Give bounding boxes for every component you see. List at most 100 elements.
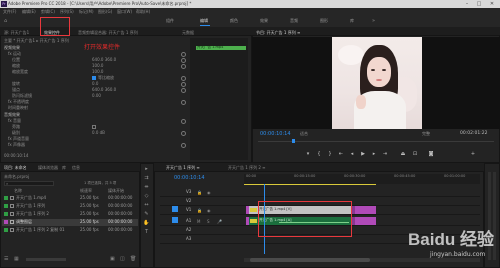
program-playhead[interactable] — [292, 139, 295, 143]
reset-scale-width-icon[interactable] — [181, 64, 186, 69]
zoom-slider[interactable] — [26, 258, 66, 261]
workspace-assembly[interactable]: 组件 — [166, 19, 174, 23]
track-label-a1[interactable]: A1 — [186, 219, 191, 223]
selection-tool-icon[interactable]: ▸ — [143, 166, 150, 173]
prop-position-value[interactable]: 640.0 360.0 — [92, 58, 116, 62]
pen-tool-icon[interactable]: ✎ — [143, 211, 150, 218]
timeline-scrollbar-thumb[interactable] — [250, 258, 370, 262]
minimize-button[interactable]: – — [462, 1, 472, 7]
ripple-edit-tool-icon[interactable]: ⇹ — [143, 184, 150, 191]
play-icon[interactable]: ▶ — [360, 151, 366, 157]
home-icon[interactable]: ⌂ — [4, 19, 10, 24]
prop-scale-value[interactable]: 100.0 — [92, 64, 103, 68]
slip-tool-icon[interactable]: ↔ — [143, 202, 150, 209]
menu-marker[interactable]: 标记(M) — [79, 10, 94, 14]
reset-opacity-icon[interactable] — [181, 100, 186, 105]
more-workspaces-icon[interactable]: » — [372, 19, 375, 24]
source-patch-v1[interactable] — [172, 206, 178, 212]
workspace-editing[interactable]: 编辑 — [200, 19, 208, 23]
menu-edit[interactable]: 编辑(E) — [22, 10, 36, 14]
reset-level-icon[interactable] — [181, 131, 186, 136]
uniform-scale-checkbox[interactable] — [92, 76, 96, 80]
menu-clip[interactable]: 剪辑(C) — [41, 10, 55, 14]
mark-out-icon[interactable]: } — [327, 151, 333, 157]
project-search-input[interactable] — [4, 181, 54, 186]
track-select-tool-icon[interactable]: ⇉ — [143, 175, 150, 182]
effect-controls-timecode[interactable]: 00:00:10:14 — [4, 154, 28, 158]
timeline-timecode[interactable]: 00:00:10:14 — [174, 176, 205, 181]
prop-channel-volume[interactable]: fx 声道音量 — [8, 137, 29, 141]
reset-anchor-icon[interactable] — [181, 82, 186, 87]
track-label-a2[interactable]: A2 — [186, 228, 191, 232]
maximize-button[interactable]: □ — [474, 1, 484, 7]
mic-icon[interactable]: 🎤 — [217, 219, 222, 224]
mark-in-icon[interactable]: { — [316, 151, 322, 157]
tab-sequence-2[interactable]: 开天广告 1 序列 2 ≡ — [228, 166, 266, 170]
go-to-out-icon[interactable]: ⇥ — [382, 151, 388, 157]
reset-panner-icon[interactable] — [181, 143, 186, 148]
hand-tool-icon[interactable]: ✋ — [143, 220, 150, 227]
tab-media-browser[interactable]: 媒体浏览器 — [38, 166, 58, 170]
razor-tool-icon[interactable]: ◇ — [143, 193, 150, 200]
tab-info[interactable]: 信息 — [72, 166, 80, 170]
reset-volume-icon[interactable] — [181, 119, 186, 124]
prop-anti-flicker-value[interactable]: 0.00 — [92, 94, 101, 98]
track-label-v2[interactable]: V2 — [186, 199, 191, 203]
source-patch-a1[interactable] — [172, 217, 178, 223]
program-quality-dropdown[interactable]: 完整 — [422, 132, 430, 136]
add-marker-icon[interactable]: ▾ — [305, 151, 311, 157]
prop-anchor-value[interactable]: 640.0 360.0 — [92, 88, 116, 92]
list-view-icon[interactable]: ☰ — [4, 256, 10, 262]
audio-clip-2[interactable] — [352, 217, 376, 225]
export-frame-icon[interactable]: ◙ — [428, 151, 434, 157]
solo-icon[interactable]: S — [207, 219, 210, 224]
column-media-start[interactable]: 媒体开始 — [108, 189, 124, 193]
tab-sequence-1[interactable]: 开天广告 1 序列 ≡ — [166, 166, 200, 170]
program-title[interactable]: 节目: 开天广告 1 序列 ≡ — [256, 31, 300, 35]
bypass-checkbox[interactable] — [92, 125, 96, 129]
reset-position-icon[interactable] — [181, 52, 186, 57]
prop-volume[interactable]: fx 音量 — [8, 119, 21, 123]
project-row[interactable]: 开天广告 1 序列 2 25.00 fps 00:00:00:00 — [2, 211, 138, 218]
effect-controls-mini-timeline[interactable] — [190, 38, 248, 160]
workspace-effects[interactable]: 效果 — [260, 19, 268, 23]
extract-icon[interactable]: ⊡ — [412, 151, 418, 157]
prop-panner[interactable]: fx 声像器 — [8, 143, 25, 147]
program-current-timecode[interactable]: 00:00:10:14 — [260, 132, 291, 137]
step-forward-icon[interactable]: ▸ — [371, 151, 377, 157]
reset-scale-icon[interactable] — [181, 58, 186, 63]
icon-view-icon[interactable]: ▦ — [14, 256, 20, 262]
prop-level-value[interactable]: 0.0 dB — [92, 131, 105, 135]
add-button-icon[interactable]: + — [470, 151, 476, 157]
program-fit-dropdown[interactable]: 适合 — [300, 132, 308, 136]
lock-icon[interactable]: 🔒 — [197, 190, 202, 195]
column-name[interactable]: 名称 — [14, 189, 22, 193]
prop-opacity[interactable]: fx 不透明度 — [8, 100, 29, 104]
lift-icon[interactable]: ⏏ — [400, 151, 406, 157]
tab-metadata[interactable]: 元数据 — [182, 31, 194, 35]
prop-time-remap[interactable]: 时间重映射 — [8, 106, 28, 110]
tab-project[interactable]: 项目: 未命名 — [4, 166, 27, 170]
new-item-icon[interactable]: ◫ — [120, 256, 125, 262]
eye-icon[interactable]: ◉ — [207, 190, 211, 195]
reset-rotation-icon[interactable] — [181, 76, 186, 81]
video-clip-2[interactable] — [352, 206, 376, 214]
close-button[interactable]: ✕ — [487, 1, 497, 7]
trash-icon[interactable]: 🗑 — [130, 256, 136, 262]
tab-source[interactable]: 源: 开天广告1 — [4, 31, 29, 35]
menu-window[interactable]: 窗口(W) — [117, 10, 132, 14]
step-back-icon[interactable]: ◂ — [349, 151, 355, 157]
lock-icon[interactable]: 🔒 — [197, 208, 202, 213]
new-bin-icon[interactable]: ▣ — [110, 256, 115, 262]
project-row[interactable]: 开天广告 1 序列 25.00 fps 00:00:00:00 — [2, 203, 138, 210]
track-label-a3[interactable]: A3 — [186, 237, 191, 241]
track-label-v1[interactable]: V1 — [186, 208, 191, 212]
project-row[interactable]: 开天广告 1 序列 2 复制 01 25.00 fps 00:00:00:00 — [2, 227, 138, 234]
menu-help[interactable]: 帮助(H) — [136, 10, 150, 14]
tab-audio-mixer[interactable]: 音频剪辑混合器: 开天广告 1 序列 — [78, 31, 138, 35]
menu-file[interactable]: 文件(F) — [3, 10, 16, 14]
menu-sequence[interactable]: 序列(S) — [60, 10, 74, 14]
column-frame-rate[interactable]: 帧速率 — [80, 189, 92, 193]
menu-graphics[interactable]: 图形(G) — [98, 10, 112, 14]
workspace-audio[interactable]: 音频 — [290, 19, 298, 23]
